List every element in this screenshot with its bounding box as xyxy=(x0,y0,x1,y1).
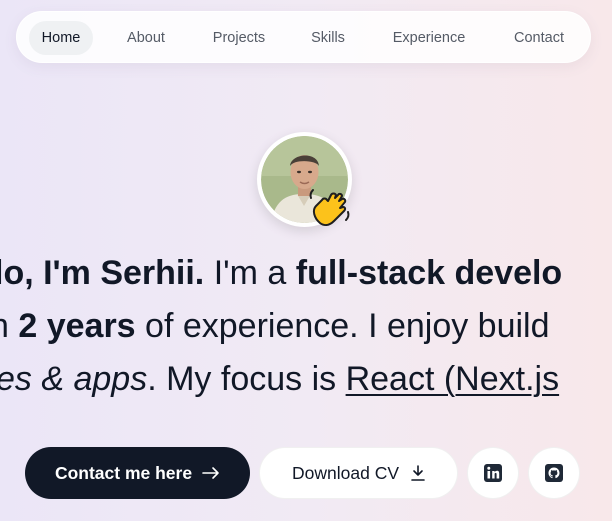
greeting-text: lo, I'm Serhii. xyxy=(0,254,205,292)
hero-line-3: es & apps. My focus is React (Next.js xyxy=(0,352,559,406)
nav-experience[interactable]: Experience xyxy=(379,21,479,55)
nav-projects[interactable]: Projects xyxy=(199,21,279,55)
nav-about[interactable]: About xyxy=(113,21,179,55)
experience-text: of experience. I enjoy build xyxy=(135,307,550,345)
contact-button-label: Contact me here xyxy=(54,462,193,483)
hero-line-1: lo, I'm Serhii. I'm a full-stack develo xyxy=(0,246,562,300)
github-icon xyxy=(545,464,563,482)
download-cv-label: Download CV xyxy=(292,462,399,483)
linkedin-button[interactable] xyxy=(467,447,519,499)
hero-line-2: n 2 years of experience. I enjoy build xyxy=(0,299,550,353)
focus-prefix: . My focus is xyxy=(147,360,346,398)
years-text: 2 years xyxy=(18,307,136,345)
nav-contact[interactable]: Contact xyxy=(501,21,577,55)
focus-text: React (Next.js xyxy=(345,360,560,398)
contact-button[interactable]: Contact me here xyxy=(25,447,250,499)
nav-home[interactable]: Home xyxy=(29,21,93,55)
download-cv-button[interactable]: Download CV xyxy=(259,447,458,499)
role-text: full-stack develo xyxy=(295,254,563,292)
hero-intro: lo, I'm Serhii. I'm a full-stack develo … xyxy=(0,246,612,406)
linkedin-icon xyxy=(484,464,502,482)
top-navbar: Home About Projects Skills Experience Co… xyxy=(16,11,591,63)
arrow-right-icon xyxy=(202,467,219,479)
download-icon xyxy=(411,465,425,481)
intro-text: I'm a xyxy=(204,254,296,292)
years-prefix: n xyxy=(0,307,18,345)
waving-hand-icon xyxy=(309,189,350,227)
nav-skills[interactable]: Skills xyxy=(300,21,356,55)
work-type-text: es & apps xyxy=(0,360,148,398)
github-button[interactable] xyxy=(528,447,580,499)
